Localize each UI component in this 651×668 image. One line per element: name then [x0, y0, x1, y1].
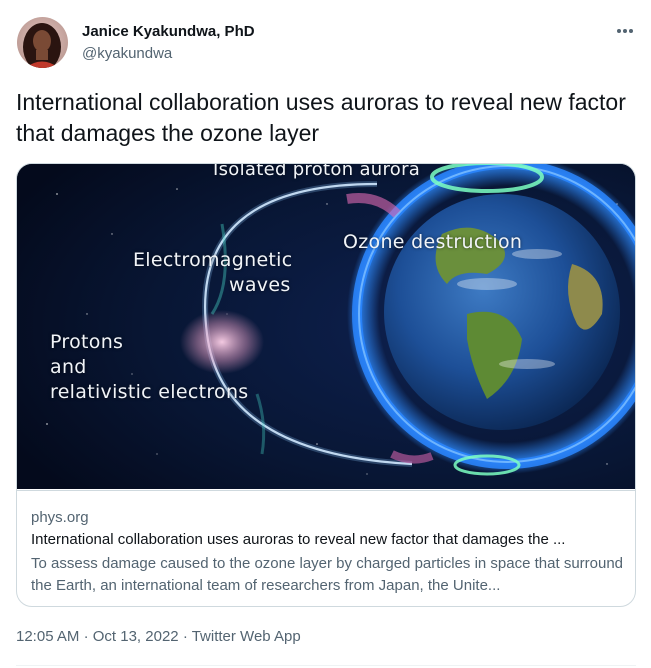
divider — [16, 665, 636, 666]
aurora-illustration — [17, 164, 635, 489]
card-image: Isolated proton aurora Ozone destruction… — [17, 164, 635, 489]
card-title: International collaboration uses auroras… — [31, 531, 566, 548]
label-em-waves-line1: Electromagnetic — [133, 249, 293, 271]
author-name[interactable]: Janice Kyakundwa, PhD — [82, 23, 255, 40]
more-options-button[interactable] — [610, 20, 640, 42]
tweet-metadata: 12:05 AM · Oct 13, 2022 · Twitter Web Ap… — [16, 628, 301, 645]
label-em-waves-line2: waves — [229, 274, 291, 296]
label-isolated-proton-aurora: Isolated proton aurora — [213, 164, 421, 180]
label-protons-line1: Protons — [50, 331, 124, 353]
label-protons-line2: and — [50, 356, 87, 378]
card-domain: phys.org — [31, 509, 89, 526]
meta-separator: · — [182, 628, 188, 645]
label-ozone-destruction: Ozone destruction — [343, 231, 523, 253]
tweet-date[interactable]: Oct 13, 2022 — [93, 628, 179, 645]
card-info[interactable]: phys.org International collaboration use… — [17, 490, 635, 606]
more-horizontal-icon — [617, 29, 633, 33]
tweet-text: International collaboration uses auroras… — [16, 89, 626, 146]
card-description: To assess damage caused to the ozone lay… — [31, 555, 624, 594]
avatar-image — [17, 17, 68, 68]
link-preview-card[interactable]: Isolated proton aurora Ozone destruction… — [16, 163, 636, 607]
author-handle[interactable]: @kyakundwa — [82, 45, 172, 62]
meta-separator: · — [83, 628, 89, 645]
label-protons-line3: relativistic electrons — [50, 381, 249, 403]
avatar[interactable] — [17, 17, 68, 68]
tweet-source[interactable]: Twitter Web App — [192, 628, 301, 645]
tweet: Janice Kyakundwa, PhD @kyakundwa Interna… — [0, 0, 651, 668]
tweet-time[interactable]: 12:05 AM — [16, 628, 79, 645]
